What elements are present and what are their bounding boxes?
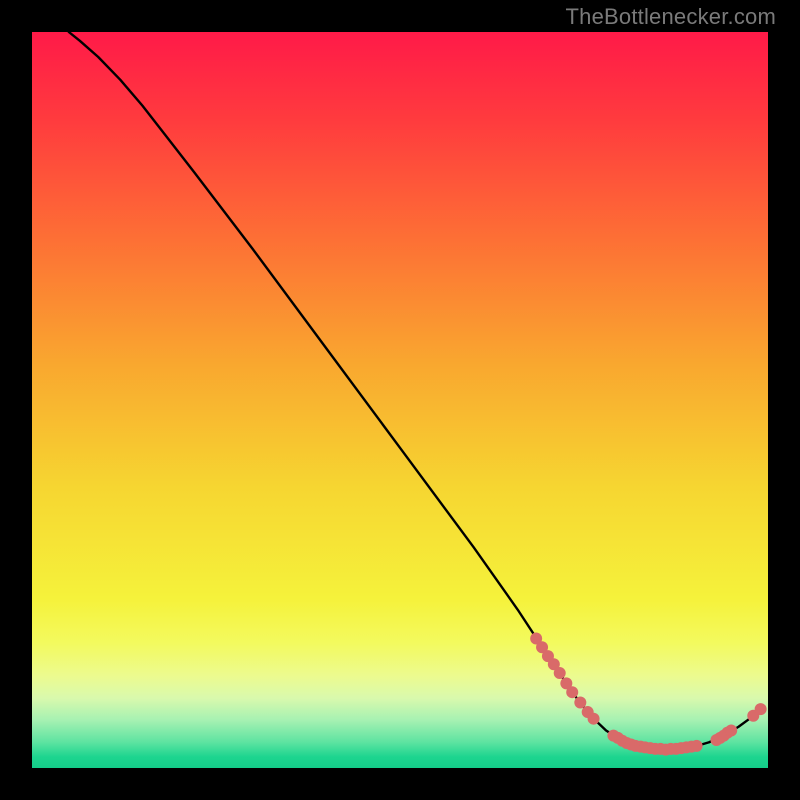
data-point	[588, 713, 600, 725]
data-point	[566, 686, 578, 698]
chart-frame: TheBottlenecker.com	[0, 0, 800, 800]
data-point	[554, 667, 566, 679]
gradient-background	[32, 32, 768, 768]
watermark-text: TheBottlenecker.com	[566, 4, 776, 30]
bottleneck-curve-chart	[32, 32, 768, 768]
plot-area	[32, 32, 768, 768]
data-point	[691, 740, 703, 752]
data-point	[725, 724, 737, 736]
data-point	[755, 703, 767, 715]
data-point	[574, 697, 586, 709]
